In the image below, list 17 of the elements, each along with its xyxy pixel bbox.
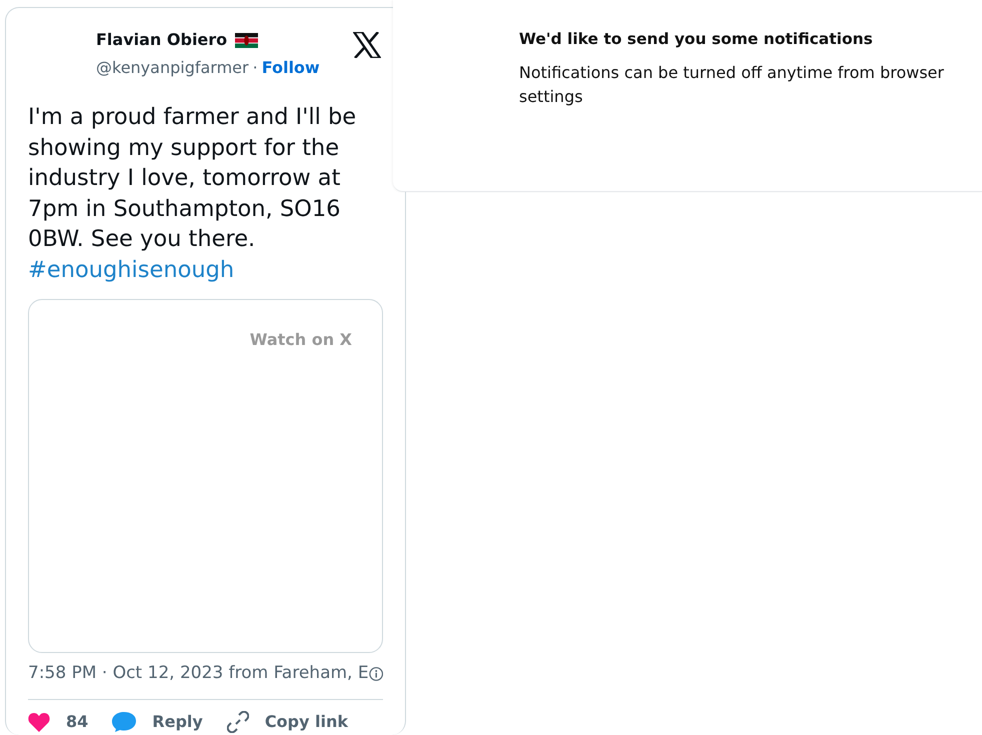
x-logo-icon[interactable] [353, 32, 381, 58]
flag-icon [235, 32, 258, 48]
timestamp: 7:58 PM · Oct 12, 2023 from Fareham, E [28, 662, 369, 685]
notification-text: Notifications can be turned off anytime from browser settings [519, 62, 945, 108]
separator: · [252, 57, 258, 79]
heart-icon [28, 712, 50, 732]
tweet-text: I'm a proud farmer and I'll be showing my support for the industry I love, tomorrow at 7pm in Southampton, SO16 0BW. See you there. #enoughisenough [28, 103, 358, 284]
speech-bubble-icon [112, 712, 136, 732]
author-name: Flavian Obiero [96, 29, 228, 51]
notification-title: We'd like to send you some notifications [519, 29, 874, 50]
like-button[interactable]: 84 [28, 710, 88, 734]
copy-link-button[interactable]: Copy link [226, 710, 348, 734]
hashtag-link[interactable]: #enoughisenough [28, 256, 234, 282]
follow-link[interactable]: Follow [262, 56, 320, 80]
reply-button[interactable]: Reply [112, 710, 203, 734]
link-icon [226, 710, 249, 732]
author-handle: @kenyanpigfarmer [96, 57, 249, 79]
